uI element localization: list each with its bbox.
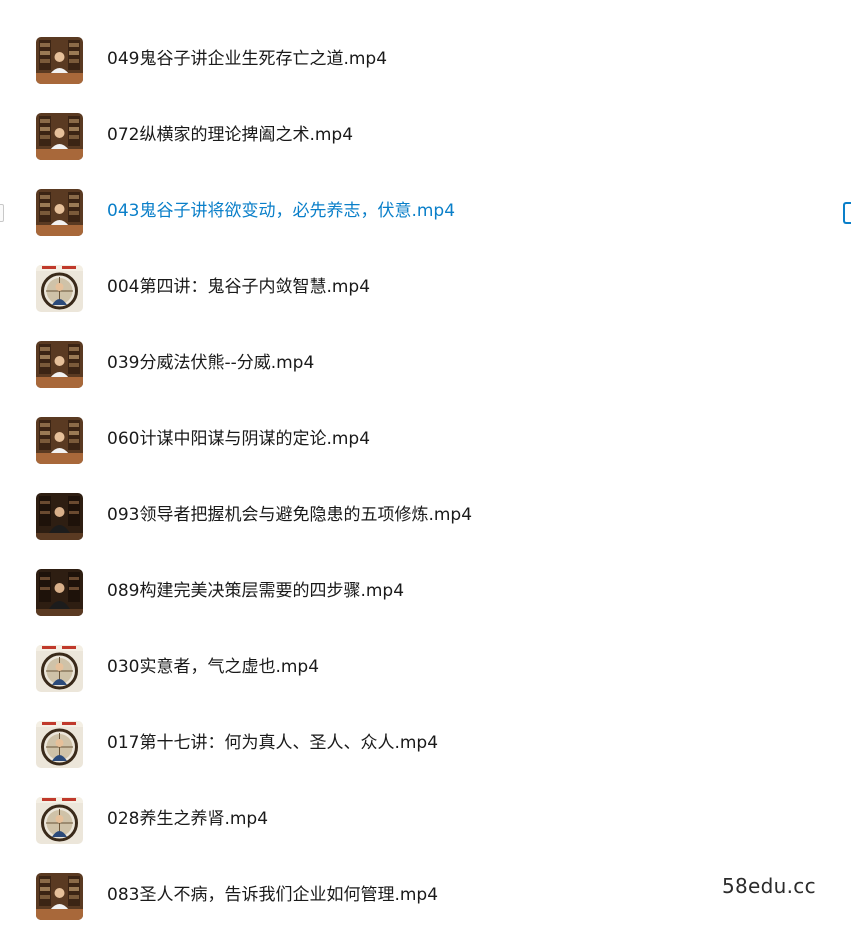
file-row[interactable]: 028养生之养肾.mp4 — [0, 782, 851, 858]
file-name: 083圣人不病，告诉我们企业如何管理.mp4 — [107, 885, 439, 905]
file-row[interactable]: 089构建完美决策层需要的四步骤.mp4 — [0, 554, 851, 630]
file-row[interactable]: 060计谋中阳谋与阴谋的定论.mp4 — [0, 402, 851, 478]
video-thumbnail — [36, 189, 83, 236]
watermark-text: 58edu.cc — [722, 874, 816, 898]
file-name: 093领导者把握机会与避免隐患的五项修炼.mp4 — [107, 505, 473, 525]
file-row[interactable]: 017第十七讲：何为真人、圣人、众人.mp4 — [0, 706, 851, 782]
video-thumbnail — [36, 721, 83, 768]
video-thumbnail — [36, 645, 83, 692]
file-name: 089构建完美决策层需要的四步骤.mp4 — [107, 581, 405, 601]
video-thumbnail — [36, 493, 83, 540]
video-thumbnail — [36, 417, 83, 464]
row-edge-marker — [0, 204, 4, 222]
file-row[interactable]: 072纵横家的理论捭阖之术.mp4 — [0, 98, 851, 174]
file-row-selected[interactable]: 043鬼谷子讲将欲变动，必先养志，伏意.mp4 — [0, 174, 851, 250]
video-thumbnail — [36, 37, 83, 84]
video-thumbnail — [36, 569, 83, 616]
open-folder-icon[interactable] — [843, 202, 851, 224]
file-name: 043鬼谷子讲将欲变动，必先养志，伏意.mp4 — [107, 201, 456, 221]
file-row[interactable]: 004第四讲：鬼谷子内敛智慧.mp4 — [0, 250, 851, 326]
file-name: 030实意者，气之虚也.mp4 — [107, 657, 320, 677]
video-thumbnail — [36, 113, 83, 160]
file-name: 060计谋中阳谋与阴谋的定论.mp4 — [107, 429, 371, 449]
file-name: 049鬼谷子讲企业生死存亡之道.mp4 — [107, 49, 388, 69]
file-name: 017第十七讲：何为真人、圣人、众人.mp4 — [107, 733, 439, 753]
file-row[interactable]: 049鬼谷子讲企业生死存亡之道.mp4 — [0, 22, 851, 98]
video-thumbnail — [36, 265, 83, 312]
video-thumbnail — [36, 341, 83, 388]
file-name: 028养生之养肾.mp4 — [107, 809, 269, 829]
file-row[interactable]: 039分威法伏熊--分威.mp4 — [0, 326, 851, 402]
file-name: 039分威法伏熊--分威.mp4 — [107, 353, 315, 373]
file-name: 004第四讲：鬼谷子内敛智慧.mp4 — [107, 277, 371, 297]
file-row[interactable]: 030实意者，气之虚也.mp4 — [0, 630, 851, 706]
file-name: 072纵横家的理论捭阖之术.mp4 — [107, 125, 354, 145]
file-row[interactable]: 093领导者把握机会与避免隐患的五项修炼.mp4 — [0, 478, 851, 554]
video-thumbnail — [36, 797, 83, 844]
file-list: 049鬼谷子讲企业生死存亡之道.mp4 072纵横家的理论捭阖之术.mp4 04… — [0, 22, 851, 934]
